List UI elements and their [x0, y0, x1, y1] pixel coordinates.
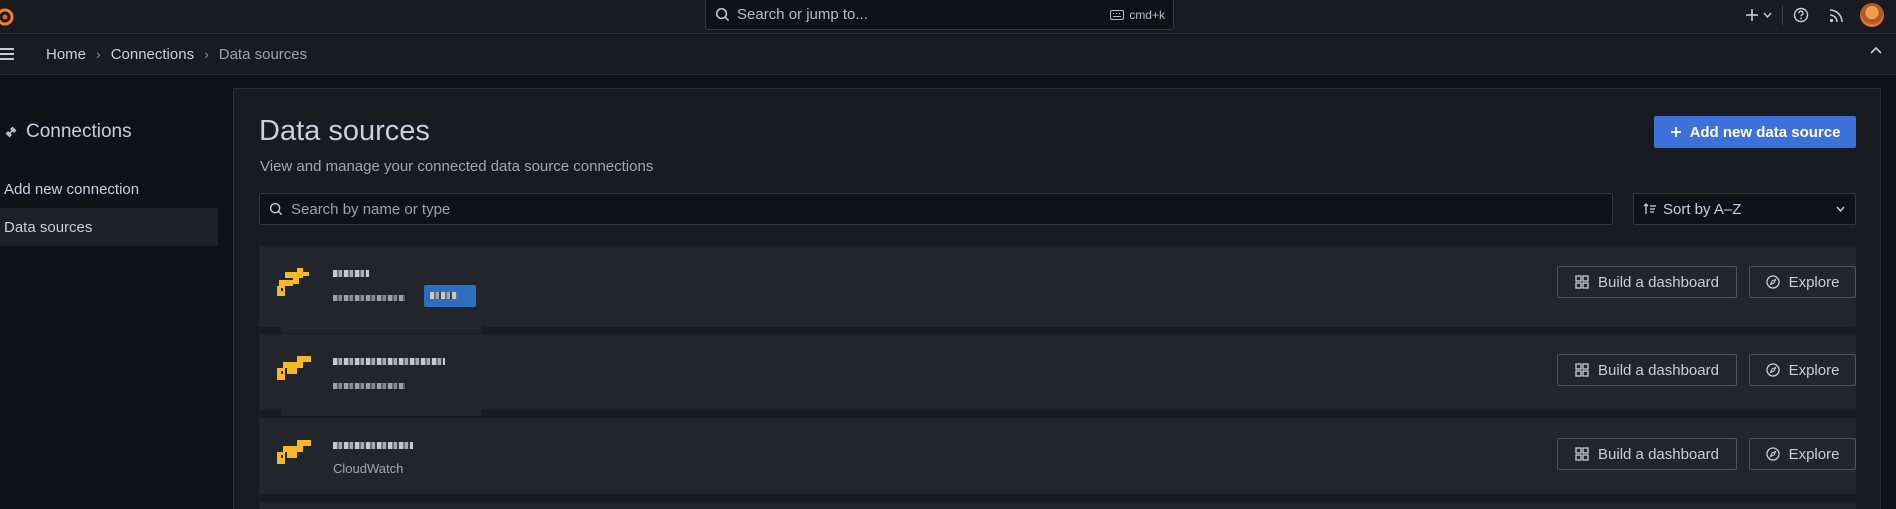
help-icon: [1793, 7, 1809, 23]
build-dashboard-button[interactable]: Build a dashboard: [1557, 354, 1737, 386]
global-search[interactable]: Search or jump to... cmd+k: [705, 0, 1174, 30]
top-bar: Search or jump to... cmd+k: [0, 0, 1896, 34]
datasource-logo-icon: [277, 268, 309, 296]
apps-icon: [1575, 275, 1589, 289]
shortcut-hint: cmd+k: [1110, 8, 1165, 22]
apps-icon: [1575, 447, 1589, 461]
sort-select[interactable]: Sort by A–Z: [1633, 193, 1856, 225]
sort-label: Sort by A–Z: [1663, 200, 1742, 218]
page-subtitle: View and manage your connected data sour…: [260, 158, 654, 175]
plus-icon: [1746, 9, 1758, 21]
breadcrumb-current: Data sources: [218, 45, 308, 63]
list-item[interactable]: Build a dashboard Explore: [259, 246, 1856, 333]
datasource-name: [333, 264, 369, 280]
new-menu-button[interactable]: [1745, 8, 1772, 22]
divider: [1782, 5, 1783, 25]
explore-label: Explore: [1788, 361, 1840, 379]
explore-button[interactable]: Explore: [1749, 438, 1856, 470]
add-new-data-source-button[interactable]: Add new data source: [1654, 116, 1856, 148]
global-search-placeholder: Search or jump to...: [737, 6, 868, 23]
sidebar-item-data-sources[interactable]: Data sources: [0, 208, 218, 246]
breadcrumb-separator: ›: [96, 46, 101, 62]
shortcut-text: cmd+k: [1129, 7, 1165, 22]
datasource-logo-icon: [277, 356, 311, 380]
chevron-down-icon: [1763, 12, 1772, 18]
breadcrumb: Home › Connections › Data sources: [46, 46, 307, 63]
apps-icon: [1575, 363, 1589, 377]
page-title: Data sources: [259, 115, 430, 147]
explore-label: Explore: [1788, 273, 1840, 291]
connections-icon: [5, 126, 17, 138]
top-right-actions: [1745, 0, 1896, 30]
help-button[interactable]: [1793, 7, 1809, 23]
compass-icon: [1765, 363, 1780, 377]
sidebar-title-text: Connections: [26, 121, 132, 142]
breadcrumb-separator: ›: [204, 46, 209, 62]
main-panel: Data sources View and manage your connec…: [233, 88, 1881, 509]
datasource-name: [333, 352, 445, 368]
grafana-logo-icon[interactable]: [0, 4, 18, 30]
search-placeholder: Search by name or type: [291, 200, 451, 218]
datasource-logo-icon: [277, 440, 311, 464]
datasource-type: [333, 289, 405, 304]
list-item[interactable]: CloudWatch Build a dashboard Explore: [259, 418, 1856, 494]
chevron-down-icon: [1836, 206, 1845, 212]
search-icon: [269, 202, 283, 216]
build-dashboard-label: Build a dashboard: [1598, 273, 1719, 291]
search-icon: [715, 7, 730, 22]
data-source-search-input[interactable]: Search by name or type: [259, 193, 1613, 225]
keyboard-icon: [1110, 9, 1125, 20]
card-underline: [281, 410, 481, 416]
sort-icon: [1643, 203, 1656, 214]
explore-button[interactable]: Explore: [1749, 266, 1856, 298]
list-item[interactable]: [259, 502, 1856, 509]
sidebar-item-label: Data sources: [4, 218, 93, 236]
menu-toggle-button[interactable]: [0, 48, 14, 60]
datasource-name: [333, 436, 413, 452]
section-sidebar: Connections Add new connection Data sour…: [0, 75, 233, 509]
datasource-type: [333, 377, 405, 392]
build-dashboard-label: Build a dashboard: [1598, 361, 1719, 379]
breadcrumb-home[interactable]: Home: [46, 46, 86, 63]
add-new-data-source-label: Add new data source: [1689, 123, 1841, 141]
breadcrumb-bar: Home › Connections › Data sources: [0, 34, 1896, 75]
explore-button[interactable]: Explore: [1749, 354, 1856, 386]
news-button[interactable]: [1829, 8, 1844, 23]
plus-icon: [1670, 127, 1681, 137]
avatar[interactable]: [1860, 3, 1884, 27]
sidebar-title: Connections: [4, 121, 132, 143]
sidebar-item-label: Add new connection: [4, 180, 140, 198]
explore-label: Explore: [1788, 445, 1840, 463]
rss-icon: [1829, 8, 1843, 22]
sidebar-item-add-new-connection[interactable]: Add new connection: [0, 170, 218, 208]
collapse-icon[interactable]: [1870, 46, 1882, 54]
build-dashboard-button[interactable]: Build a dashboard: [1557, 438, 1737, 470]
build-dashboard-label: Build a dashboard: [1598, 445, 1719, 463]
datasource-type: CloudWatch: [333, 461, 404, 476]
list-item[interactable]: Build a dashboard Explore: [259, 334, 1856, 416]
default-badge: [424, 285, 476, 307]
compass-icon: [1765, 275, 1780, 289]
build-dashboard-button[interactable]: Build a dashboard: [1557, 266, 1737, 298]
card-underline: [281, 327, 481, 333]
breadcrumb-connections[interactable]: Connections: [111, 46, 194, 63]
compass-icon: [1765, 447, 1780, 461]
